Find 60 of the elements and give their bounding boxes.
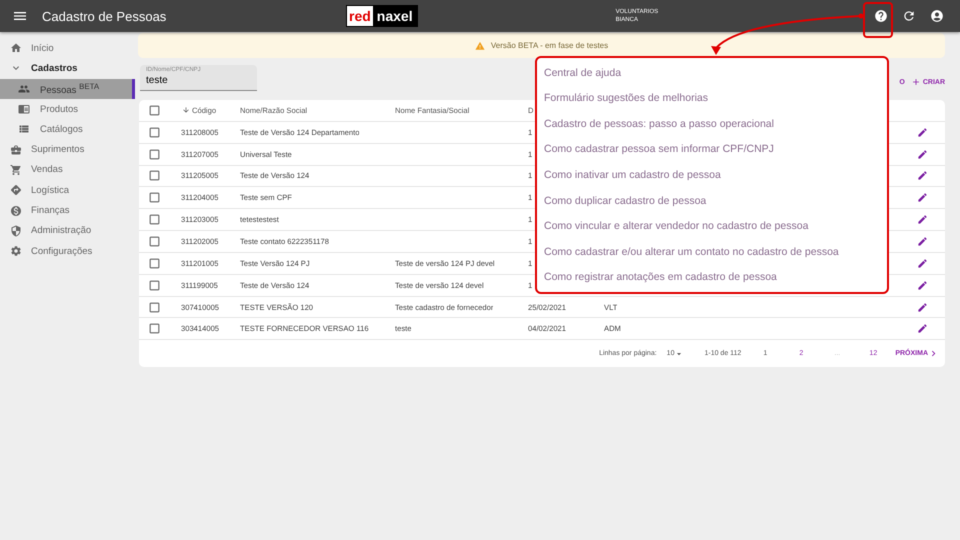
edit-icon [917, 214, 928, 226]
menu-item[interactable]: Como duplicar cadastro de pessoa [537, 188, 887, 214]
menu-item[interactable]: Como registrar anotações em cadastro de pessoa [537, 264, 887, 290]
checkbox-icon [148, 322, 161, 336]
refresh-icon [902, 9, 916, 23]
dollar-icon [10, 204, 22, 217]
checkbox-icon [148, 300, 161, 314]
shield-icon [10, 224, 22, 237]
plus-icon [910, 77, 921, 87]
menu-item[interactable]: Central de ajuda [537, 60, 887, 86]
checkbox-icon [148, 126, 161, 139]
help-icon [874, 9, 888, 23]
checkbox-icon [148, 169, 161, 182]
menu-item[interactable]: Formulário sugestões de melhorias [537, 86, 887, 112]
edit-icon [917, 236, 928, 247]
directions-icon [10, 184, 22, 196]
people-icon [18, 82, 30, 95]
settings-icon [10, 245, 22, 258]
sidebar-item[interactable]: Produtos [0, 98, 135, 120]
checkbox-icon [148, 148, 161, 161]
warning-icon [474, 40, 485, 50]
edit-icon [917, 126, 928, 138]
checkbox-icon [148, 191, 161, 204]
menu-item[interactable]: Como cadastrar pessoa sem informar CPF/CNPJ [537, 136, 887, 162]
edit-icon [917, 148, 928, 160]
banner-text: Versão BETA - em fase de testes [490, 41, 608, 50]
menu-item[interactable]: Como inativar um cadastro de pessoa [537, 162, 887, 188]
edit-icon [917, 302, 928, 313]
menu-item[interactable]: Como cadastrar e/ou alterar um contato no cadastro de pessoa [537, 238, 887, 264]
sidebar-item[interactable]: Suprimentos [0, 139, 135, 160]
edit-icon [917, 170, 928, 182]
page-title: Cadastro de Pessoas [42, 8, 168, 24]
sidebar-item[interactable]: Logística [0, 180, 135, 200]
sort-arrow-icon[interactable] [182, 106, 190, 114]
checkbox-icon [148, 256, 161, 270]
sidebar-item[interactable]: Cadastros [0, 58, 135, 79]
book-icon [18, 103, 30, 116]
sidebar-item[interactable]: Pessoas $^{BETA}$ [0, 78, 135, 99]
list-icon [18, 123, 30, 136]
edit-icon [917, 192, 928, 204]
sidebar-item[interactable]: Vendas [0, 160, 135, 180]
checkbox-icon [148, 234, 161, 248]
menu-item[interactable]: Cadastro de pessoas: passo a passo operacional [537, 111, 887, 137]
edit-icon [917, 280, 928, 291]
sidebar-item[interactable]: Administração [0, 220, 135, 241]
menu-item[interactable]: Como vincular e alterar vendedor no cadastro de pessoa [537, 213, 887, 239]
sidebar-item[interactable]: Catálogos [0, 119, 135, 140]
edit-icon [917, 323, 928, 334]
sidebar-item[interactable]: Finanças [0, 200, 135, 221]
checkbox-icon [148, 278, 161, 292]
logo: red naxel [346, 5, 418, 27]
account-icon [930, 9, 944, 23]
checkbox-icon [148, 213, 161, 226]
edit-icon [917, 258, 928, 269]
home-icon [10, 42, 22, 54]
cart-icon [10, 164, 22, 176]
briefcase-icon [10, 144, 22, 156]
checkbox-icon [148, 104, 161, 117]
sidebar-item[interactable]: Configurações [0, 240, 135, 262]
sidebar-item[interactable]: Início [0, 38, 135, 58]
